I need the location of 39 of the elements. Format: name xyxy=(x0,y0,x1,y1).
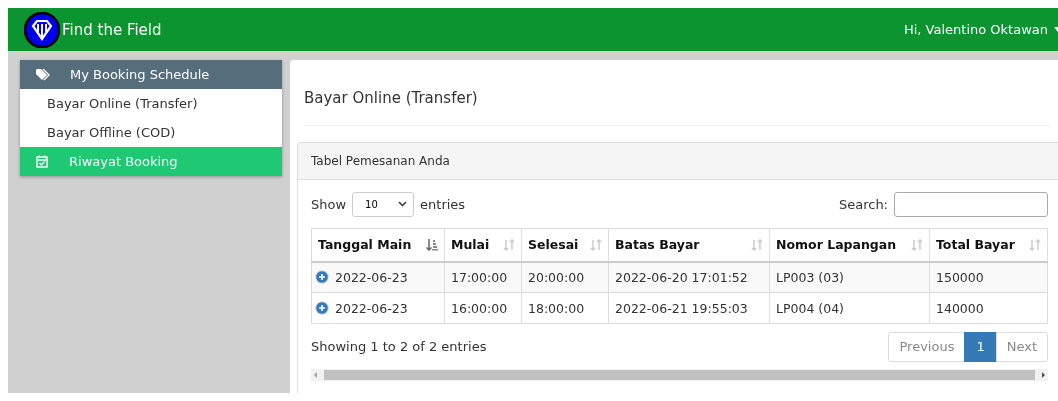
table-cell: 2022-06-23 xyxy=(311,292,445,324)
column-header[interactable]: Total Bayar xyxy=(929,228,1048,262)
column-header[interactable]: Batas Bayar xyxy=(608,228,770,262)
table-cell: 17:00:00 xyxy=(444,261,522,293)
show-label: Show xyxy=(311,196,347,212)
table-cell: 2022-06-20 17:01:52 xyxy=(608,261,770,293)
sidebar-item[interactable]: Bayar Offline (COD) xyxy=(20,118,282,147)
panel-title: Tabel Pemesanan Anda xyxy=(311,154,450,168)
table-cell: 150000 xyxy=(929,261,1048,293)
logo-icon[interactable] xyxy=(24,11,60,48)
table-cell: LP003 (03) xyxy=(769,261,930,293)
table-info: Showing 1 to 2 of 2 entries xyxy=(311,339,487,354)
sidebar-header[interactable]: My Booking Schedule xyxy=(20,60,282,89)
table-cell: LP004 (04) xyxy=(769,292,930,324)
tags-icon xyxy=(36,68,52,81)
expand-icon[interactable] xyxy=(315,270,329,285)
table-cell: 2022-06-23 xyxy=(311,261,445,293)
entries-select[interactable]: 10 xyxy=(352,191,415,217)
pagination-button[interactable]: 1 xyxy=(964,331,997,362)
calendar-check-icon xyxy=(36,155,48,168)
column-header[interactable]: Tanggal Main xyxy=(311,228,445,262)
table-cell: 16:00:00 xyxy=(444,292,522,324)
page-title: Bayar Online (Transfer) xyxy=(304,60,1050,126)
table-cell: 18:00:00 xyxy=(521,292,609,324)
search-label: Search: xyxy=(838,196,888,212)
table-cell: 2022-06-21 19:55:03 xyxy=(608,292,770,324)
column-header[interactable]: Selesai xyxy=(521,228,609,262)
brand-name[interactable]: Find the Field xyxy=(62,20,162,39)
column-header[interactable]: Nomor Lapangan xyxy=(769,228,930,262)
expand-icon[interactable] xyxy=(315,301,329,315)
table-cell: 20:00:00 xyxy=(521,261,609,293)
sidebar-item[interactable]: Bayar Online (Transfer) xyxy=(20,89,282,118)
search-field[interactable] xyxy=(894,191,1048,217)
chevron-down-icon xyxy=(398,201,408,207)
entries-label: entries xyxy=(420,196,466,212)
user-menu[interactable]: Hi, Valentino Oktawan xyxy=(903,22,1058,37)
table-cell: 140000 xyxy=(929,292,1048,324)
horizontal-scrollbar[interactable] xyxy=(311,369,1048,381)
column-header[interactable]: Mulai xyxy=(444,228,522,262)
